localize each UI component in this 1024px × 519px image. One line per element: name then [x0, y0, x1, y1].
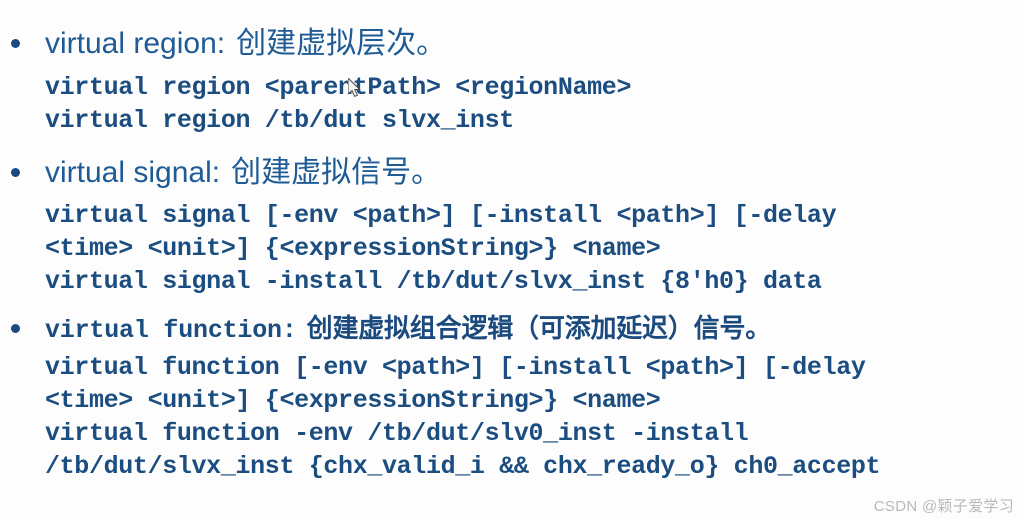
code-line-3-2: <time> <unit>] {<expressionString>} <nam… [45, 386, 661, 415]
bullet-label-1-en: virtual region: [45, 27, 226, 60]
bullet-dot-icon [11, 168, 20, 177]
bullet-label-3-cn: 创建虚拟组合逻辑（可添加延迟）信号。 [306, 313, 772, 343]
bullet-label-1-cn: 创建虚拟层次。 [236, 27, 447, 60]
code-line-3-4: /tb/dut/slvx_inst {chx_valid_i && chx_re… [45, 452, 881, 481]
code-line-2-2: <time> <unit>] {<expressionString>} <nam… [45, 234, 661, 263]
bullet-dot-icon [11, 324, 20, 333]
bullet-heading-3: virtual function: 创建虚拟组合逻辑（可添加延迟）信号。 [0, 311, 1024, 345]
code-line-1-2: virtual region /tb/dut slvx_inst [45, 106, 514, 135]
code-line-3-3: virtual function -env /tb/dut/slv0_inst … [45, 419, 749, 448]
bullet-label-1: virtual region: 创建虚拟层次。 [45, 24, 446, 64]
bullet-block-virtual-signal: virtual signal: 创建虚拟信号。 virtual signal [-… [0, 153, 1024, 296]
code-line-2-3: virtual signal -install /tb/dut/slvx_ins… [45, 267, 822, 296]
bullet-dot-icon [11, 39, 20, 48]
bullet-label-3: virtual function: 创建虚拟组合逻辑（可添加延迟）信号。 [45, 311, 771, 348]
bullet-block-virtual-function: virtual function: 创建虚拟组合逻辑（可添加延迟）信号。 virt… [0, 311, 1024, 481]
slide-canvas: virtual region: 创建虚拟层次。 virtual region <p… [0, 0, 1024, 519]
code-line-1-1: virtual region <parentPath> <regionName> [45, 73, 632, 102]
csdn-watermark: CSDN @颖子爱学习 [873, 498, 1014, 515]
code-line-2-1: virtual signal [-env <path>] [-install <… [45, 201, 837, 230]
bullet-heading-1: virtual region: 创建虚拟层次。 [0, 24, 1024, 64]
bullet-label-2-en: virtual signal: [45, 156, 221, 189]
bullet-block-virtual-region: virtual region: 创建虚拟层次。 virtual region <p… [0, 24, 1024, 135]
bullet-label-2-cn: 创建虚拟信号。 [231, 156, 442, 189]
bullet-label-3-en: virtual function: [45, 316, 297, 345]
bullet-label-2: virtual signal: 创建虚拟信号。 [45, 153, 441, 193]
code-line-3-1: virtual function [-env <path>] [-install… [45, 353, 866, 382]
bullet-heading-2: virtual signal: 创建虚拟信号。 [0, 153, 1024, 193]
